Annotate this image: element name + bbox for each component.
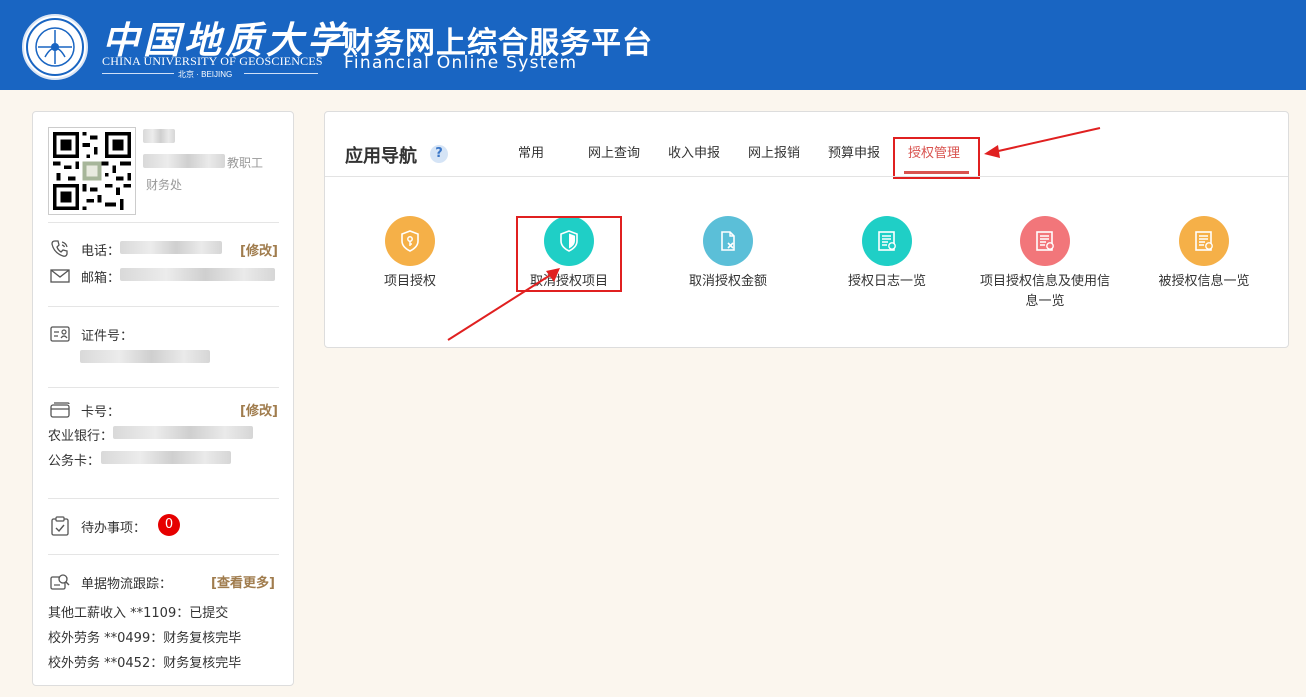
tracking-icon bbox=[49, 571, 71, 593]
tab-budget-declaration[interactable]: 预算申报 bbox=[828, 142, 880, 161]
tracking-item[interactable]: 其他工薪收入 **1109：已提交 bbox=[48, 602, 228, 621]
email-label: 邮箱： bbox=[81, 271, 121, 286]
tracking-label: 单据物流跟踪： bbox=[81, 577, 173, 592]
divider bbox=[48, 222, 279, 223]
app-label: 被授权信息一览 bbox=[1158, 274, 1250, 289]
university-name-en: CHINA UNIVERSITY OF GEOSCIENCES bbox=[102, 54, 323, 68]
app-authorization-log[interactable]: 授权日志一览 bbox=[822, 216, 952, 292]
qr-code bbox=[48, 127, 136, 215]
app-authorization-usage-info[interactable]: 项目授权信息及使用信息一览 bbox=[980, 216, 1110, 312]
divider bbox=[244, 73, 318, 74]
id-card-icon bbox=[49, 323, 71, 345]
tracking-item[interactable]: 校外劳务 **0499：财务复核完毕 bbox=[48, 627, 241, 646]
divider bbox=[48, 306, 279, 307]
tab-online-query[interactable]: 网上查询 bbox=[588, 142, 640, 161]
phone-icon bbox=[49, 238, 71, 260]
edit-phone-link[interactable]: [修改] bbox=[240, 240, 278, 259]
help-icon[interactable]: ? bbox=[430, 145, 448, 163]
user-department: 财务处 bbox=[146, 178, 183, 192]
app-authorized-info[interactable]: 被授权信息一览 bbox=[1139, 216, 1269, 292]
highlight-box-app bbox=[516, 216, 622, 292]
document-x-icon bbox=[703, 216, 753, 266]
system-title-en: Financial Online System bbox=[344, 53, 578, 73]
redacted-bank-account bbox=[113, 426, 253, 439]
bank-card-icon bbox=[49, 399, 71, 421]
app-label: 项目授权信息及使用信息一览 bbox=[980, 274, 1111, 309]
nav-title: 应用导航 bbox=[345, 146, 417, 167]
list-icon bbox=[862, 216, 912, 266]
redacted-name bbox=[143, 129, 175, 143]
list-icon bbox=[1179, 216, 1229, 266]
list-icon bbox=[1020, 216, 1070, 266]
tab-income-declaration[interactable]: 收入申报 bbox=[668, 142, 720, 161]
university-city: 北京 · BEIJING bbox=[178, 70, 233, 79]
id-number-label: 证件号： bbox=[81, 329, 134, 344]
phone-label: 电话： bbox=[81, 244, 121, 259]
todo-label: 待办事项： bbox=[81, 521, 147, 536]
redacted-email bbox=[120, 268, 275, 281]
redacted-phone bbox=[120, 241, 222, 254]
tab-online-reimbursement[interactable]: 网上报销 bbox=[748, 142, 800, 161]
app-label: 授权日志一览 bbox=[847, 274, 926, 289]
redacted-official-card bbox=[101, 451, 231, 464]
edit-card-link[interactable]: [修改] bbox=[240, 400, 278, 419]
divider bbox=[102, 73, 174, 74]
app-project-authorization[interactable]: 项目授权 bbox=[345, 216, 475, 292]
top-header: 中国地质大学 CHINA UNIVERSITY OF GEOSCIENCES 北… bbox=[0, 0, 1306, 90]
app-cancel-authorized-amount[interactable]: 取消授权金额 bbox=[663, 216, 793, 292]
redacted-info bbox=[143, 154, 225, 168]
mail-icon bbox=[49, 265, 71, 287]
todo-count-badge[interactable]: 0 bbox=[158, 514, 180, 536]
clipboard-check-icon bbox=[49, 515, 71, 537]
tracking-item[interactable]: 校外劳务 **0452：财务复核完毕 bbox=[48, 652, 241, 671]
user-profile-card: 教职工 财务处 电话： [修改] 邮箱： 证件号： 卡号： [修改] 农业银行：… bbox=[32, 111, 294, 686]
card-number-label: 卡号： bbox=[81, 405, 121, 420]
university-seal-logo bbox=[22, 14, 88, 80]
divider bbox=[48, 387, 279, 388]
app-label: 项目授权 bbox=[383, 274, 436, 289]
bank-label: 农业银行： bbox=[48, 429, 114, 444]
view-more-link[interactable]: [查看更多] bbox=[211, 572, 275, 591]
official-card-label: 公务卡： bbox=[48, 454, 101, 469]
tab-common[interactable]: 常用 bbox=[518, 142, 544, 161]
app-navigation-panel: 应用导航 ? 常用 网上查询 收入申报 网上报销 预算申报 授权管理 项目授权 … bbox=[324, 111, 1289, 348]
divider bbox=[325, 176, 1288, 177]
redacted-id-number bbox=[80, 350, 210, 363]
user-role: 教职工 bbox=[227, 156, 264, 170]
divider bbox=[48, 498, 279, 499]
app-label: 取消授权金额 bbox=[688, 274, 767, 289]
key-shield-icon bbox=[385, 216, 435, 266]
highlight-box-tab bbox=[893, 137, 980, 179]
divider bbox=[48, 554, 279, 555]
